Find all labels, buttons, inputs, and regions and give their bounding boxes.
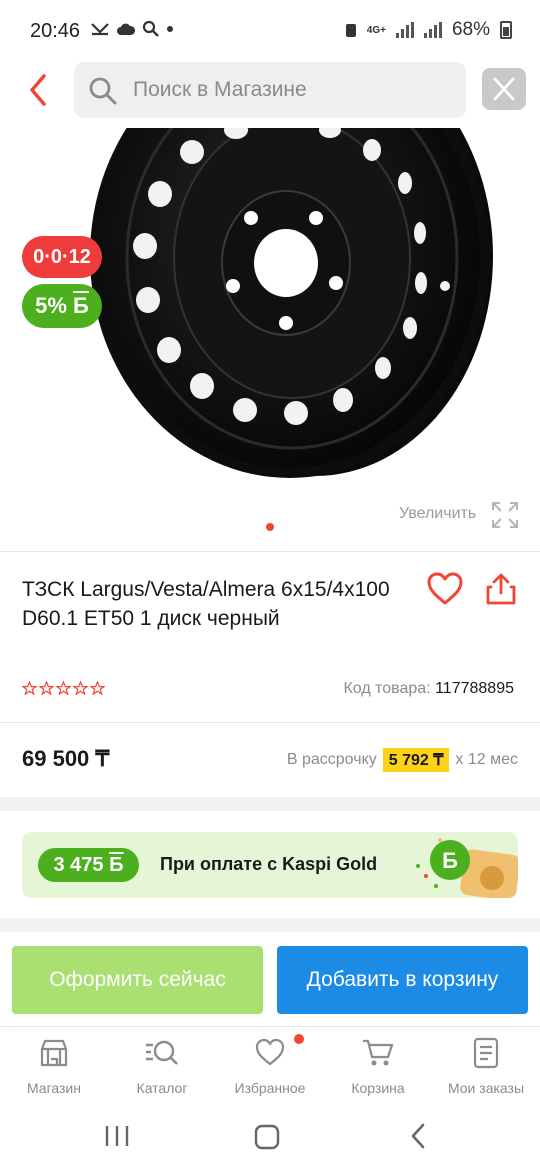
- back-nav-icon[interactable]: [408, 1122, 428, 1150]
- bonus-badge: 5% Б: [22, 284, 102, 328]
- expand-icon[interactable]: [490, 500, 520, 530]
- tab-shop-label: Магазин: [26, 1080, 81, 1096]
- product-code: Код товара: 117788895: [343, 680, 514, 698]
- orders-icon: [473, 1037, 499, 1069]
- tab-catalog-label: Каталог: [136, 1080, 188, 1096]
- back-button[interactable]: [22, 70, 56, 110]
- wheel-image: [90, 128, 493, 478]
- installment-info: В рассрочку 5 792 ₸ х 12 мес: [287, 748, 518, 772]
- recents-icon[interactable]: [104, 1124, 130, 1148]
- product-code-value: 117788895: [435, 680, 514, 697]
- status-bar: 20:46 4G+ 68%: [0, 0, 540, 62]
- section-gap: [0, 918, 540, 932]
- heart-icon: [255, 1038, 285, 1066]
- tab-favorites-label: Избранное: [234, 1080, 306, 1096]
- kaspi-gold-bonus-banner[interactable]: 3 475 Б При оплате с Kaspi Gold Б: [22, 832, 518, 898]
- divider: [0, 551, 540, 552]
- bonus-amount: 3 475: [53, 854, 104, 876]
- tab-cart-label: Корзина: [351, 1080, 405, 1096]
- shop-icon: [40, 1039, 68, 1067]
- search-icon: [89, 77, 117, 105]
- tab-cart[interactable]: Корзина: [324, 1037, 432, 1096]
- installment-term: х 12 мес: [455, 751, 518, 768]
- add-to-cart-button[interactable]: Добавить в корзину: [277, 946, 528, 1014]
- star-icon: [39, 681, 54, 695]
- share-icon[interactable]: [484, 572, 518, 606]
- bonus-badge-symbol: Б: [73, 293, 89, 318]
- network-type: 4G+: [366, 24, 386, 36]
- status-icons-left: [90, 20, 174, 38]
- installment-badge: 0·0·12: [22, 236, 102, 278]
- product-image[interactable]: [0, 128, 540, 548]
- rating-stars: [22, 681, 105, 695]
- favorites-notification-dot: [294, 1034, 304, 1044]
- search-input[interactable]: Поиск в Магазине: [74, 62, 466, 118]
- signal-icon: [395, 22, 414, 38]
- close-icon: [493, 77, 515, 101]
- battery-saver-icon: [345, 24, 356, 37]
- dot-icon: [167, 26, 173, 32]
- close-button[interactable]: [482, 68, 526, 110]
- buy-now-button[interactable]: Оформить сейчас: [12, 946, 263, 1014]
- bonus-badge-percent: 5%: [35, 293, 67, 318]
- installment-amount: 5 792 ₸: [382, 748, 450, 772]
- search-status-icon: [142, 20, 159, 37]
- tab-orders[interactable]: Мои заказы: [432, 1037, 540, 1096]
- missed-call-icon: [91, 23, 109, 36]
- product-price: 69 500 ₸: [22, 746, 110, 771]
- svg-text:Б: Б: [442, 848, 458, 873]
- bonus-text: При оплате с Kaspi Gold: [160, 854, 378, 874]
- divider: [0, 722, 540, 723]
- section-gap: [0, 797, 540, 811]
- installment-label: В рассрочку: [286, 751, 377, 768]
- battery-icon: [500, 21, 512, 39]
- product-title: ТЗСК Largus/Vesta/Almera 6x15/4x100 D60.…: [22, 578, 390, 630]
- battery-percent: 68%: [451, 19, 490, 40]
- favorite-icon[interactable]: [426, 572, 464, 606]
- status-icons-right: 4G+ 68%: [345, 19, 512, 41]
- system-nav-bar: [0, 1106, 540, 1170]
- tab-shop[interactable]: Магазин: [0, 1037, 108, 1096]
- bonus-symbol: Б: [109, 854, 124, 876]
- zoom-link[interactable]: Увеличить: [399, 505, 476, 523]
- bottom-tab-bar: Магазин Каталог Избранное Корзина Мои за…: [0, 1026, 540, 1106]
- cart-icon: [363, 1039, 394, 1066]
- product-code-label: Код товара:: [343, 680, 431, 697]
- signal-2-icon: [423, 22, 442, 38]
- star-icon: [90, 681, 105, 695]
- star-icon: [56, 681, 71, 695]
- home-icon[interactable]: [254, 1124, 280, 1150]
- carousel-dot[interactable]: [266, 523, 274, 531]
- tab-catalog[interactable]: Каталог: [108, 1037, 216, 1096]
- status-time: 20:46: [30, 20, 81, 42]
- star-icon: [73, 681, 88, 695]
- chevron-left-icon: [30, 74, 46, 106]
- tab-favorites[interactable]: Избранное: [216, 1037, 324, 1096]
- star-icon: [22, 681, 37, 695]
- catalog-icon: [146, 1040, 178, 1065]
- bonus-amount-pill: 3 475 Б: [38, 848, 139, 882]
- tab-orders-label: Мои заказы: [447, 1080, 525, 1096]
- search-placeholder: Поиск в Магазине: [133, 78, 307, 101]
- cloud-icon: [117, 23, 136, 35]
- bonus-coin-icon: Б: [416, 838, 518, 898]
